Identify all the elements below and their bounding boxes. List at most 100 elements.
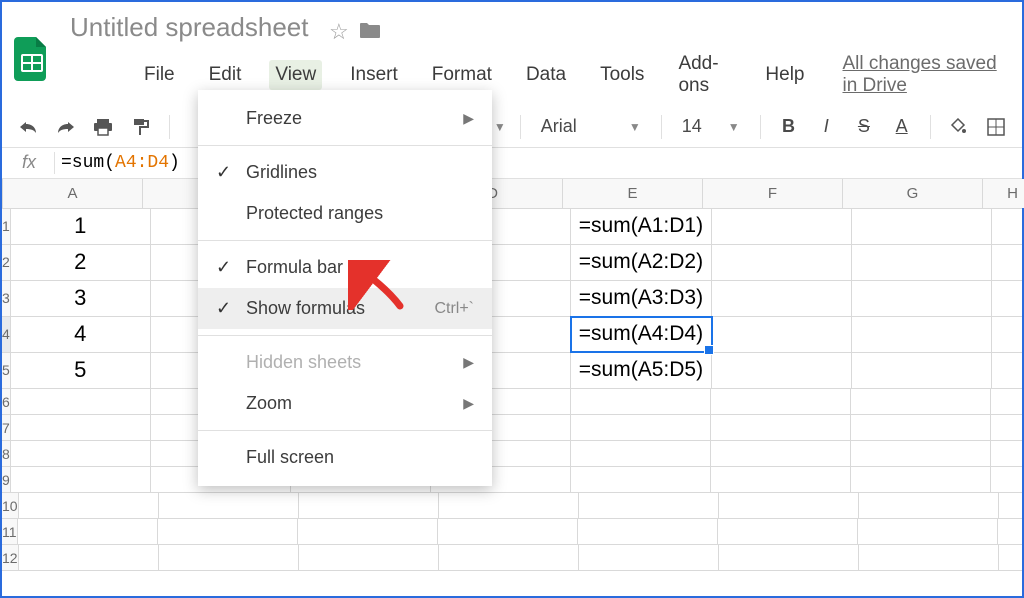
doc-title[interactable]: Untitled spreadsheet <box>70 12 308 43</box>
cell-H8[interactable] <box>991 441 1024 466</box>
menu-file[interactable]: File <box>138 60 181 90</box>
row-header[interactable]: 1 <box>2 209 11 244</box>
menu-item-full-screen[interactable]: Full screen <box>198 437 492 478</box>
cell-A9[interactable] <box>11 467 151 492</box>
col-header-G[interactable]: G <box>843 179 983 208</box>
cell-F10[interactable] <box>719 493 859 518</box>
cell-E2[interactable]: =sum(A2:D2) <box>571 245 712 280</box>
menu-tools[interactable]: Tools <box>594 60 650 90</box>
undo-button[interactable] <box>14 113 42 141</box>
cell-F2[interactable] <box>712 245 852 280</box>
row-header[interactable]: 3 <box>2 281 11 316</box>
row-header[interactable]: 2 <box>2 245 11 280</box>
cell-G11[interactable] <box>858 519 998 544</box>
cell-H10[interactable] <box>999 493 1024 518</box>
row-header[interactable]: 7 <box>2 415 11 440</box>
cell-B10[interactable] <box>159 493 299 518</box>
col-header-E[interactable]: E <box>563 179 703 208</box>
cell-H7[interactable] <box>991 415 1024 440</box>
fill-color-button[interactable] <box>945 113 973 141</box>
cell-E12[interactable] <box>579 545 719 570</box>
cell-G8[interactable] <box>851 441 991 466</box>
cell-G4[interactable] <box>852 317 992 352</box>
menu-help[interactable]: Help <box>759 60 810 90</box>
row-header[interactable]: 10 <box>2 493 19 518</box>
redo-button[interactable] <box>52 113 80 141</box>
cell-A1[interactable]: 1 <box>11 209 151 244</box>
cell-F5[interactable] <box>712 353 852 388</box>
cell-G1[interactable] <box>852 209 992 244</box>
cell-H11[interactable] <box>998 519 1024 544</box>
cell-F1[interactable] <box>712 209 852 244</box>
cell-H5[interactable] <box>992 353 1024 388</box>
borders-button[interactable] <box>982 113 1010 141</box>
formula-bar[interactable]: fx =sum(A4:D4) <box>2 148 1022 179</box>
row-header[interactable]: 11 <box>2 519 18 544</box>
col-header-A[interactable]: A <box>3 179 143 208</box>
paint-format-button[interactable] <box>127 113 155 141</box>
cell-A6[interactable] <box>11 389 151 414</box>
cell-A4[interactable]: 4 <box>11 317 151 352</box>
cell-E5[interactable]: =sum(A5:D5) <box>571 353 712 388</box>
cell-G12[interactable] <box>859 545 999 570</box>
cell-E10[interactable] <box>579 493 719 518</box>
font-family-select[interactable]: Arial ▼ <box>535 114 647 139</box>
cell-G7[interactable] <box>851 415 991 440</box>
cell-G10[interactable] <box>859 493 999 518</box>
cell-A3[interactable]: 3 <box>11 281 151 316</box>
menu-item-protected-ranges[interactable]: Protected ranges <box>198 193 492 234</box>
row-header[interactable]: 9 <box>2 467 11 492</box>
menu-item-gridlines[interactable]: ✓ Gridlines <box>198 152 492 193</box>
menu-insert[interactable]: Insert <box>344 60 404 90</box>
cell-G5[interactable] <box>852 353 992 388</box>
cell-F3[interactable] <box>712 281 852 316</box>
text-color-button[interactable]: A <box>888 113 916 141</box>
cell-H3[interactable] <box>992 281 1024 316</box>
formula-input[interactable]: =sum(A4:D4) <box>61 153 180 173</box>
strikethrough-button[interactable]: S <box>850 113 878 141</box>
cell-H12[interactable] <box>999 545 1024 570</box>
cell-D11[interactable] <box>438 519 578 544</box>
folder-icon[interactable] <box>359 19 381 45</box>
cell-E3[interactable]: =sum(A3:D3) <box>571 281 712 316</box>
chevron-down-icon[interactable]: ▼ <box>494 120 506 134</box>
cell-A7[interactable] <box>11 415 151 440</box>
row-header[interactable]: 5 <box>2 353 11 388</box>
cell-A10[interactable] <box>19 493 159 518</box>
cell-A2[interactable]: 2 <box>11 245 151 280</box>
cell-B11[interactable] <box>158 519 298 544</box>
menu-edit[interactable]: Edit <box>203 60 248 90</box>
cell-C11[interactable] <box>298 519 438 544</box>
cell-E4[interactable]: =sum(A4:D4) <box>571 317 712 352</box>
cell-H2[interactable] <box>992 245 1024 280</box>
italic-button[interactable]: I <box>812 113 840 141</box>
star-icon[interactable]: ☆ <box>329 19 349 45</box>
row-header[interactable]: 12 <box>2 545 19 570</box>
cell-F9[interactable] <box>711 467 851 492</box>
cell-A5[interactable]: 5 <box>11 353 151 388</box>
cell-F4[interactable] <box>712 317 852 352</box>
menu-item-zoom[interactable]: Zoom ▶ <box>198 383 492 424</box>
cell-H6[interactable] <box>991 389 1024 414</box>
cell-E7[interactable] <box>571 415 711 440</box>
cell-H9[interactable] <box>991 467 1024 492</box>
menu-item-freeze[interactable]: Freeze ▶ <box>198 98 492 139</box>
cell-F7[interactable] <box>711 415 851 440</box>
cell-F11[interactable] <box>718 519 858 544</box>
menu-format[interactable]: Format <box>426 60 498 90</box>
cell-F8[interactable] <box>711 441 851 466</box>
cell-F12[interactable] <box>719 545 859 570</box>
font-size-select[interactable]: 14 ▼ <box>676 114 746 139</box>
cell-E11[interactable] <box>578 519 718 544</box>
save-status[interactable]: All changes saved in Drive <box>842 53 1010 97</box>
menu-item-show-formulas[interactable]: ✓ Show formulas Ctrl+` <box>198 288 492 329</box>
menu-item-formula-bar[interactable]: ✓ Formula bar <box>198 247 492 288</box>
cell-C12[interactable] <box>299 545 439 570</box>
cell-A12[interactable] <box>19 545 159 570</box>
menu-addons[interactable]: Add-ons <box>672 49 737 101</box>
cell-F6[interactable] <box>711 389 851 414</box>
cell-G6[interactable] <box>851 389 991 414</box>
cell-E9[interactable] <box>571 467 711 492</box>
cell-A11[interactable] <box>18 519 158 544</box>
cell-G3[interactable] <box>852 281 992 316</box>
